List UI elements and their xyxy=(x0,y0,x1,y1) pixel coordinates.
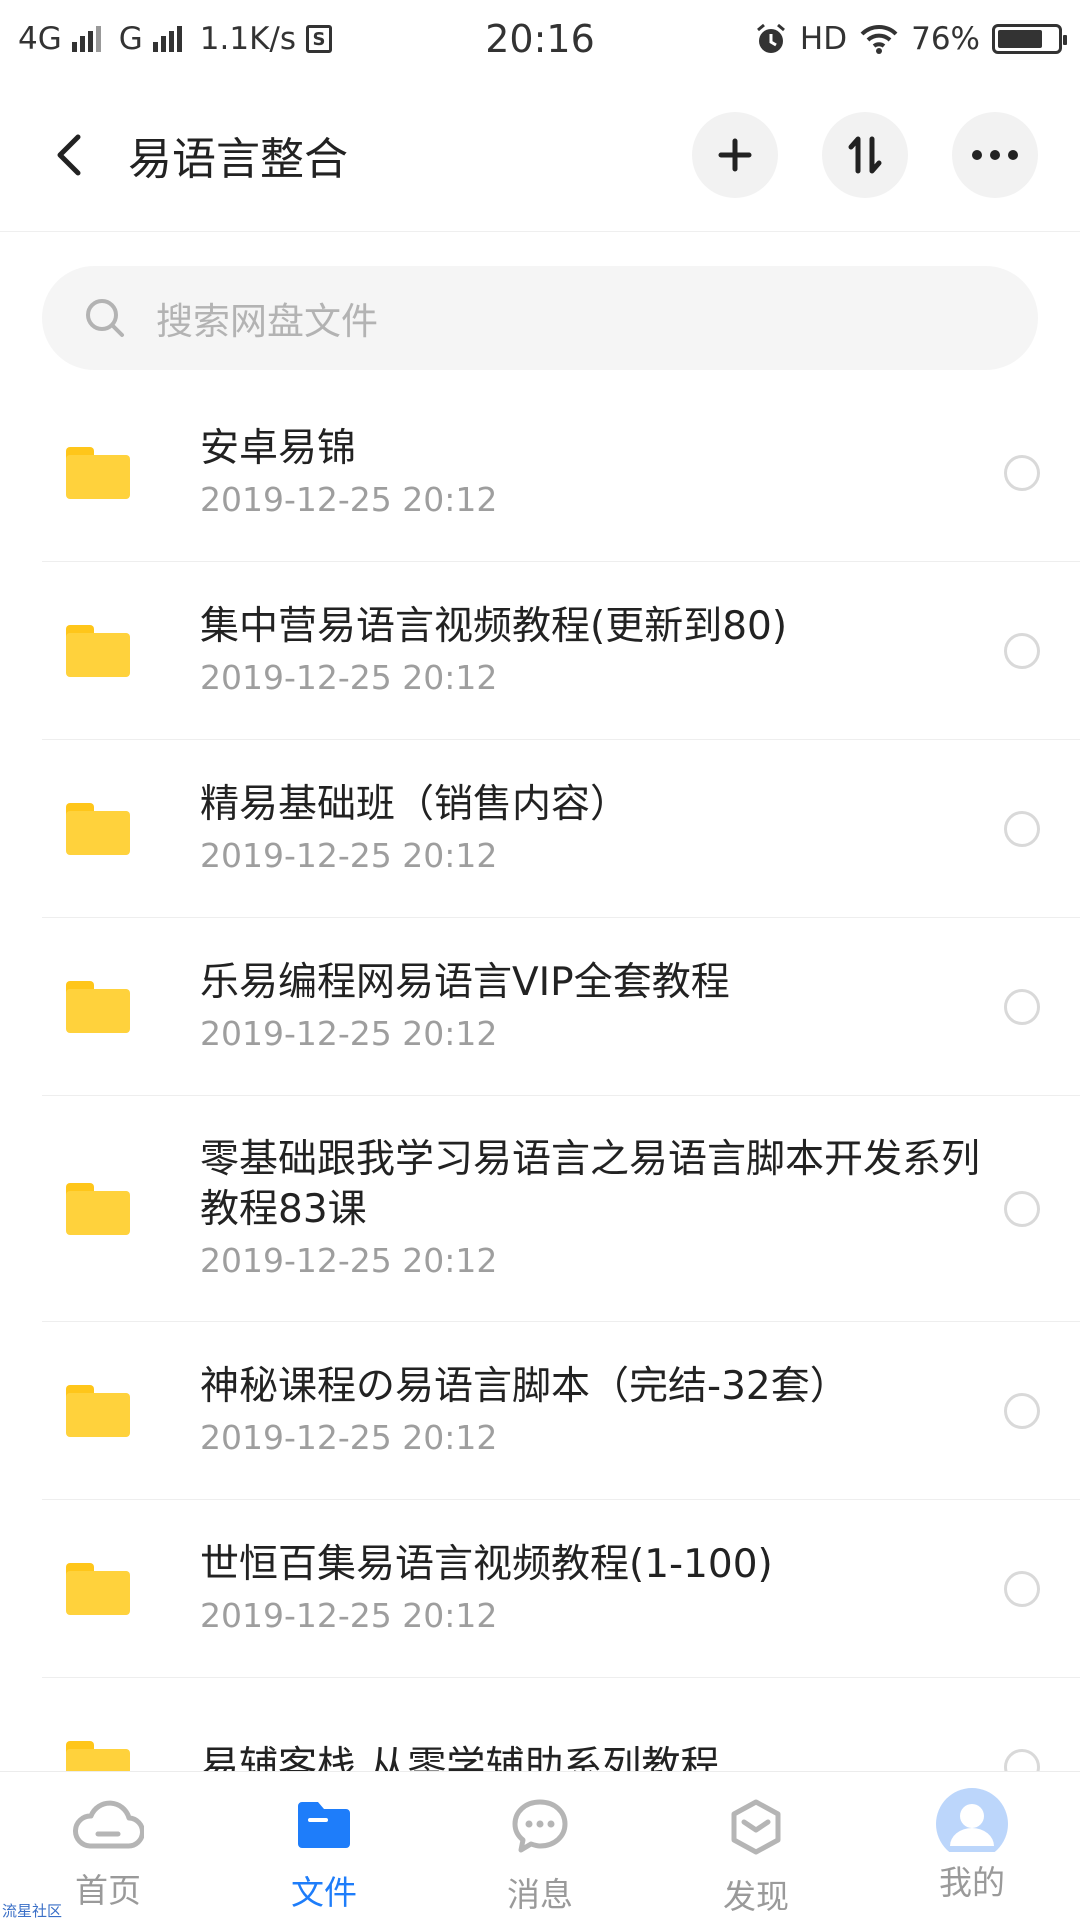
back-icon xyxy=(57,134,81,175)
select-radio[interactable] xyxy=(1004,1392,1040,1429)
battery-percent: 76% xyxy=(911,21,980,57)
status-left: 4G G 1.1K/s S xyxy=(18,21,333,57)
avatar-icon xyxy=(936,1788,1008,1852)
more-icon xyxy=(972,149,1018,160)
file-name: 乐易编程网易语言VIP全套教程 xyxy=(200,959,730,1005)
file-info: 世恒百集易语言视频教程(1-100) 2019-12-25 20:12 xyxy=(200,1540,1080,1638)
search-input[interactable]: 搜索网盘文件 xyxy=(42,266,1038,370)
file-info: 集中营易语言视频教程(更新到80) 2019-12-25 20:12 xyxy=(200,602,1080,700)
network-4g-label: 4G xyxy=(18,21,62,57)
header-actions xyxy=(692,111,1038,198)
search-icon xyxy=(86,299,124,337)
alarm-icon xyxy=(756,23,785,53)
file-date: 2019-12-25 20:12 xyxy=(200,835,498,875)
folder-icon xyxy=(66,624,130,677)
folder-icon xyxy=(66,1182,130,1235)
file-name: 零基础跟我学习易语言之易语言脚本开发系列教程83课 xyxy=(200,1136,981,1232)
file-row[interactable]: 易辅客栈 从零学辅助系列教程 xyxy=(42,1678,1080,1771)
tab-messages[interactable]: 消息 xyxy=(432,1772,648,1920)
file-name: 集中营易语言视频教程(更新到80) xyxy=(200,603,788,649)
battery-icon xyxy=(992,24,1067,54)
file-row[interactable]: 神秘课程の易语言脚本（完结-32套） 2019-12-25 20:12 xyxy=(42,1322,1080,1500)
file-info: 精易基础班（销售内容） 2019-12-25 20:12 xyxy=(200,780,1080,878)
folder-icon xyxy=(66,802,130,855)
file-row[interactable]: 集中营易语言视频教程(更新到80) 2019-12-25 20:12 xyxy=(42,562,1080,740)
hexagon-icon xyxy=(731,1799,781,1855)
select-radio[interactable] xyxy=(1004,810,1040,847)
folder-icon xyxy=(66,1740,130,1771)
file-list: 安卓易锦 2019-12-25 20:12 集中营易语言视频教程(更新到80) 201… xyxy=(0,384,1080,1771)
folder-icon xyxy=(298,1802,350,1848)
select-radio[interactable] xyxy=(1004,1190,1040,1227)
folder-icon xyxy=(66,1562,130,1615)
tab-home[interactable]: 首页 xyxy=(0,1772,216,1920)
folder-icon xyxy=(66,446,130,499)
file-info: 神秘课程の易语言脚本（完结-32套） 2019-12-25 20:12 xyxy=(200,1362,1080,1460)
file-name: 世恒百集易语言视频教程(1-100) xyxy=(200,1541,773,1587)
select-radio[interactable] xyxy=(1004,1570,1040,1607)
file-name: 精易基础班（销售内容） xyxy=(200,781,630,827)
sort-icon xyxy=(848,136,882,173)
signal-icon-2 xyxy=(152,26,182,52)
tab-label: 我的 xyxy=(939,1863,1005,1902)
tab-label: 首页 xyxy=(75,1871,141,1910)
network-speed: 1.1K/s xyxy=(199,21,297,57)
folder-icon xyxy=(66,1384,130,1437)
cloud-icon xyxy=(73,1800,144,1849)
file-name: 易辅客栈 从零学辅助系列教程 xyxy=(200,1743,720,1772)
file-date: 2019-12-25 20:12 xyxy=(200,1240,498,1280)
file-date: 2019-12-25 20:12 xyxy=(200,1013,498,1053)
file-info: 零基础跟我学习易语言之易语言脚本开发系列教程83课 2019-12-25 20:1… xyxy=(200,1135,1080,1283)
bottom-tab-bar: 首页 文件 消息 发现 我的 xyxy=(0,1771,1080,1920)
file-date: 2019-12-25 20:12 xyxy=(200,657,498,697)
file-date: 2019-12-25 20:12 xyxy=(200,479,498,519)
tab-label: 发现 xyxy=(723,1877,789,1916)
add-button[interactable] xyxy=(692,111,778,198)
tab-files[interactable]: 文件 xyxy=(216,1772,432,1920)
watermark: 流星社区 xyxy=(2,1902,63,1920)
file-info: 乐易编程网易语言VIP全套教程 2019-12-25 20:12 xyxy=(200,958,1080,1056)
tab-label: 文件 xyxy=(291,1873,357,1912)
select-radio[interactable] xyxy=(1004,632,1040,669)
file-row[interactable]: 乐易编程网易语言VIP全套教程 2019-12-25 20:12 xyxy=(42,918,1080,1096)
more-button[interactable] xyxy=(952,111,1038,198)
tab-mine[interactable]: 我的 xyxy=(864,1772,1080,1920)
hd-label: HD xyxy=(799,21,848,57)
file-name: 神秘课程の易语言脚本（完结-32套） xyxy=(200,1363,849,1409)
file-info: 易辅客栈 从零学辅助系列教程 xyxy=(200,1742,1080,1772)
page-title: 易语言整合 xyxy=(128,133,348,185)
search-placeholder: 搜索网盘文件 xyxy=(156,300,378,343)
tab-discover[interactable]: 发现 xyxy=(648,1772,864,1920)
status-right: HD 76% xyxy=(754,21,1067,57)
chat-icon xyxy=(512,1799,568,1853)
file-row[interactable]: 零基础跟我学习易语言之易语言脚本开发系列教程83课 2019-12-25 20:1… xyxy=(42,1096,1080,1322)
select-radio[interactable] xyxy=(1004,988,1040,1025)
status-bar: 4G G 1.1K/s S 20:16 HD 76% xyxy=(0,0,1080,78)
signal-icon xyxy=(71,26,101,52)
back-button[interactable] xyxy=(14,105,124,205)
select-radio[interactable] xyxy=(1004,454,1040,491)
wifi-icon xyxy=(860,24,898,54)
header: 易语言整合 xyxy=(0,78,1080,232)
file-row[interactable]: 世恒百集易语言视频教程(1-100) 2019-12-25 20:12 xyxy=(42,1500,1080,1678)
sort-button[interactable] xyxy=(822,111,908,198)
file-info: 安卓易锦 2019-12-25 20:12 xyxy=(200,424,1080,522)
file-date: 2019-12-25 20:12 xyxy=(200,1417,498,1457)
s-app-icon: S xyxy=(306,25,333,53)
plus-icon xyxy=(718,138,752,171)
network-g-label: G xyxy=(118,21,143,57)
folder-icon xyxy=(66,980,130,1033)
tab-label: 消息 xyxy=(507,1875,573,1914)
file-row[interactable]: 精易基础班（销售内容） 2019-12-25 20:12 xyxy=(42,740,1080,918)
file-date: 2019-12-25 20:12 xyxy=(200,1595,498,1635)
file-name: 安卓易锦 xyxy=(200,425,357,471)
file-row[interactable]: 安卓易锦 2019-12-25 20:12 xyxy=(42,384,1080,562)
